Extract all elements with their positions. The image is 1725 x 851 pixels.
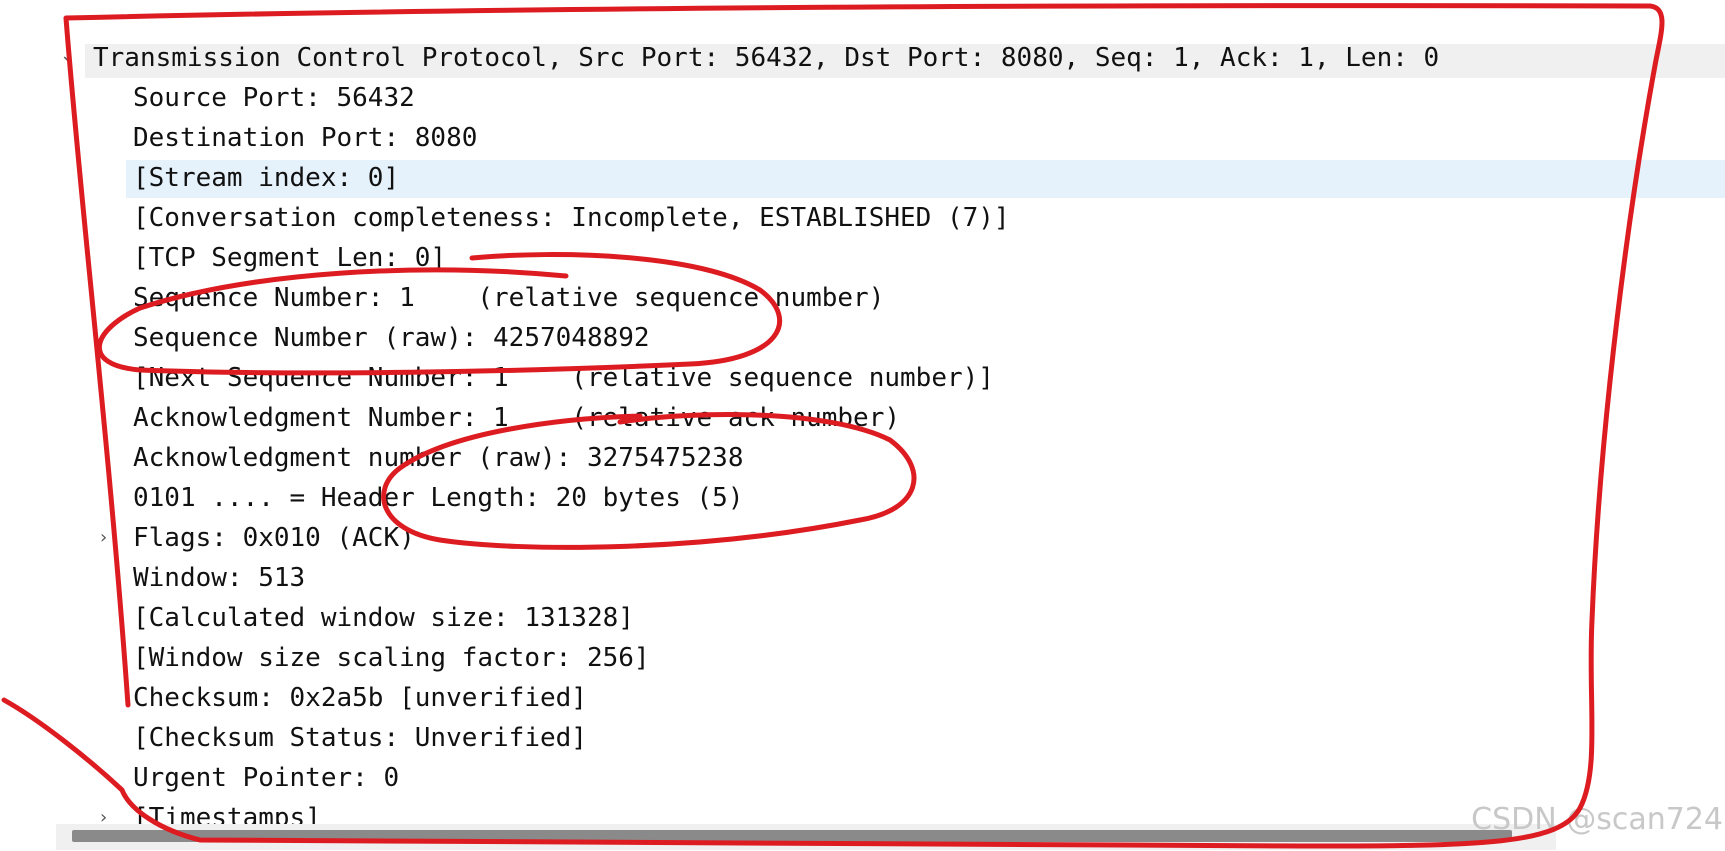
sequence-number-raw-field: Sequence Number (raw): 4257048892 xyxy=(133,323,650,353)
tcp-segment-len-field: [TCP Segment Len: 0] xyxy=(133,243,447,273)
tree-row[interactable]: Sequence Number: 1 (relative sequence nu… xyxy=(0,278,1725,318)
tree-row[interactable]: 0101 .... = Header Length: 20 bytes (5) xyxy=(0,478,1725,518)
tree-row[interactable]: Destination Port: 8080 xyxy=(0,118,1725,158)
expand-chevron-down-icon[interactable]: ⌄ xyxy=(60,36,75,76)
tree-row-selected[interactable]: [Stream index: 0] xyxy=(0,158,1725,198)
tree-row[interactable]: [Conversation completeness: Incomplete, … xyxy=(0,198,1725,238)
acknowledgment-number-raw-field: Acknowledgment number (raw): 3275475238 xyxy=(133,443,744,473)
tree-row-flags[interactable]: › Flags: 0x010 (ACK) xyxy=(0,518,1725,558)
destination-port-field: Destination Port: 8080 xyxy=(133,123,478,153)
watermark: CSDN @scan724 xyxy=(1471,802,1723,837)
tree-row[interactable]: Sequence Number (raw): 4257048892 xyxy=(0,318,1725,358)
acknowledgment-number-field: Acknowledgment Number: 1 (relative ack n… xyxy=(133,403,901,433)
packet-details-pane: ⌄ Transmission Control Protocol, Src Por… xyxy=(0,0,1725,851)
conversation-completeness-field: [Conversation completeness: Incomplete, … xyxy=(133,203,1010,233)
stream-index-field: [Stream index: 0] xyxy=(133,163,400,193)
tree-row-timestamps[interactable]: › [Timestamps] xyxy=(0,798,1725,824)
tree-row[interactable]: Acknowledgment Number: 1 (relative ack n… xyxy=(0,398,1725,438)
checksum-field: Checksum: 0x2a5b [unverified] xyxy=(133,683,587,713)
window-scaling-factor-field: [Window size scaling factor: 256] xyxy=(133,643,650,673)
tree-row[interactable]: Checksum: 0x2a5b [unverified] xyxy=(0,678,1725,718)
next-sequence-number-field: [Next Sequence Number: 1 (relative seque… xyxy=(133,363,994,393)
tree-row[interactable]: [Checksum Status: Unverified] xyxy=(0,718,1725,758)
sequence-number-field: Sequence Number: 1 (relative sequence nu… xyxy=(133,283,885,313)
tree-row[interactable]: Urgent Pointer: 0 xyxy=(0,758,1725,798)
checksum-status-field: [Checksum Status: Unverified] xyxy=(133,723,587,753)
tree-row[interactable]: [Calculated window size: 131328] xyxy=(0,598,1725,638)
tree-row[interactable]: Window: 513 xyxy=(0,558,1725,598)
header-length-field: 0101 .... = Header Length: 20 bytes (5) xyxy=(133,483,744,513)
tree-row[interactable]: Source Port: 56432 xyxy=(0,78,1725,118)
window-field: Window: 513 xyxy=(133,563,306,593)
tree-row[interactable]: [Window size scaling factor: 256] xyxy=(0,638,1725,678)
timestamps-field: [Timestamps] xyxy=(133,803,321,824)
urgent-pointer-field: Urgent Pointer: 0 xyxy=(133,763,400,793)
tree-row[interactable]: Acknowledgment number (raw): 3275475238 xyxy=(0,438,1725,478)
source-port-field: Source Port: 56432 xyxy=(133,83,415,113)
expand-chevron-right-icon[interactable]: › xyxy=(100,518,107,558)
calculated-window-size-field: [Calculated window size: 131328] xyxy=(133,603,634,633)
expand-chevron-right-icon[interactable]: › xyxy=(100,798,107,824)
tcp-header-row[interactable]: ⌄ Transmission Control Protocol, Src Por… xyxy=(0,38,1725,78)
flags-field: Flags: 0x010 (ACK) xyxy=(133,523,415,553)
tcp-header-label: Transmission Control Protocol, Src Port:… xyxy=(93,43,1440,73)
tree-row[interactable]: [Next Sequence Number: 1 (relative seque… xyxy=(0,358,1725,398)
horizontal-scrollbar-thumb[interactable] xyxy=(72,830,1512,842)
tree-row[interactable]: [TCP Segment Len: 0] xyxy=(0,238,1725,278)
